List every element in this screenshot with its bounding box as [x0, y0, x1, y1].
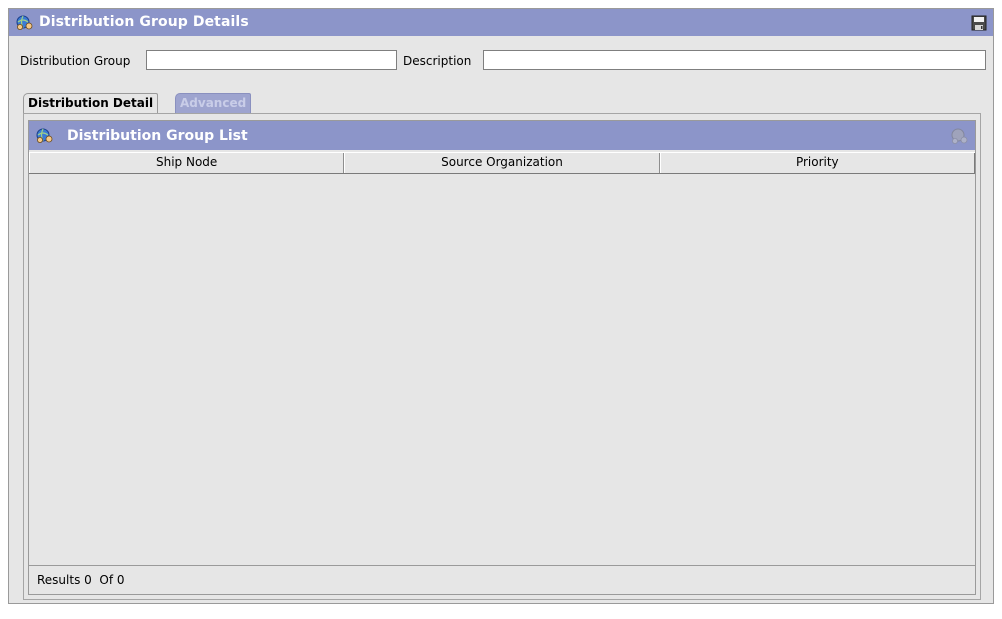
tab-panel: Distribution Group List Ship Node Source… — [23, 113, 981, 600]
window-title-bar: Distribution Group Details — [9, 9, 993, 36]
table-header: Ship Node Source Organization Priority — [29, 152, 975, 174]
list-title: Distribution Group List — [67, 128, 248, 144]
column-header-priority[interactable]: Priority — [659, 153, 975, 173]
distribution-group-details-window: Distribution Group Details Distribution … — [8, 8, 994, 604]
tab-distribution-detail[interactable]: Distribution Detail — [23, 93, 159, 113]
globe-people-icon — [16, 15, 33, 30]
list-header: Distribution Group List — [29, 121, 975, 150]
tab-advanced[interactable]: Advanced — [175, 93, 252, 113]
column-header-ship-node[interactable]: Ship Node — [29, 153, 345, 173]
distribution-group-input[interactable] — [146, 50, 397, 70]
window-title: Distribution Group Details — [39, 14, 249, 30]
description-input[interactable] — [483, 50, 986, 70]
results-count: Results 0 Of 0 — [37, 573, 125, 587]
distribution-group-label: Distribution Group — [20, 54, 131, 68]
column-header-source-organization[interactable]: Source Organization — [344, 153, 660, 173]
globe-people-disabled-icon[interactable] — [949, 126, 969, 146]
save-icon[interactable] — [971, 15, 987, 31]
globe-people-icon — [36, 128, 53, 143]
table-body[interactable] — [29, 173, 975, 566]
distribution-group-list-panel: Distribution Group List Ship Node Source… — [28, 120, 976, 595]
description-label: Description — [403, 54, 472, 68]
